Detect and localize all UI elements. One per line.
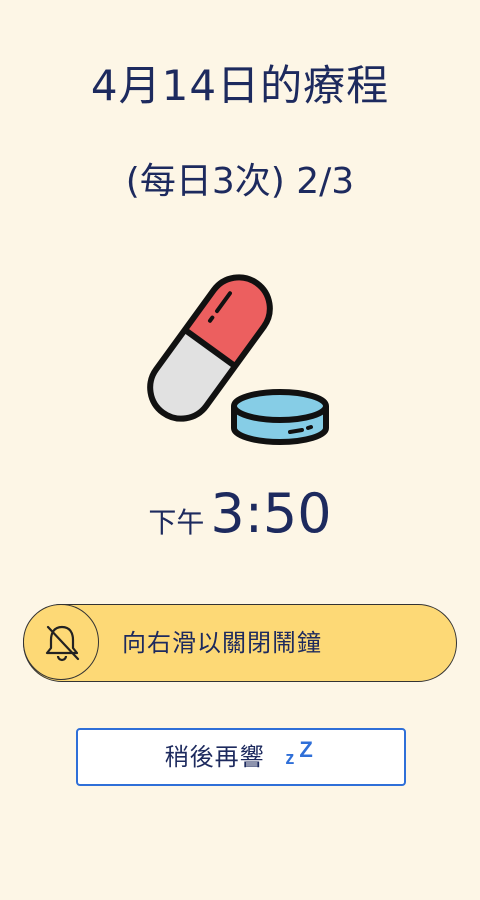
snooze-label: 稍後再響	[164, 743, 265, 771]
snooze-button[interactable]: 稍後再響 z Z	[76, 728, 406, 786]
time-period: 下午	[148, 506, 205, 539]
snooze-z-small: z	[285, 748, 296, 768]
bell-off-icon	[45, 625, 80, 662]
snooze-zz-icon: z Z	[281, 739, 317, 773]
pill-capsule-and-tablet-icon	[137, 260, 340, 460]
slider-handle[interactable]	[23, 604, 99, 680]
dismiss-slider[interactable]: 向右滑以關閉鬧鐘	[23, 604, 457, 682]
alarm-time: 下午 3:50	[0, 482, 480, 545]
time-clock: 3:50	[210, 482, 332, 545]
snooze-z-large: Z	[299, 737, 314, 762]
dose-progress: (每日3次) 2/3	[125, 161, 355, 202]
page-title: 4月14日的療程	[90, 61, 390, 110]
slider-label: 向右滑以關閉鬧鐘	[122, 629, 322, 657]
